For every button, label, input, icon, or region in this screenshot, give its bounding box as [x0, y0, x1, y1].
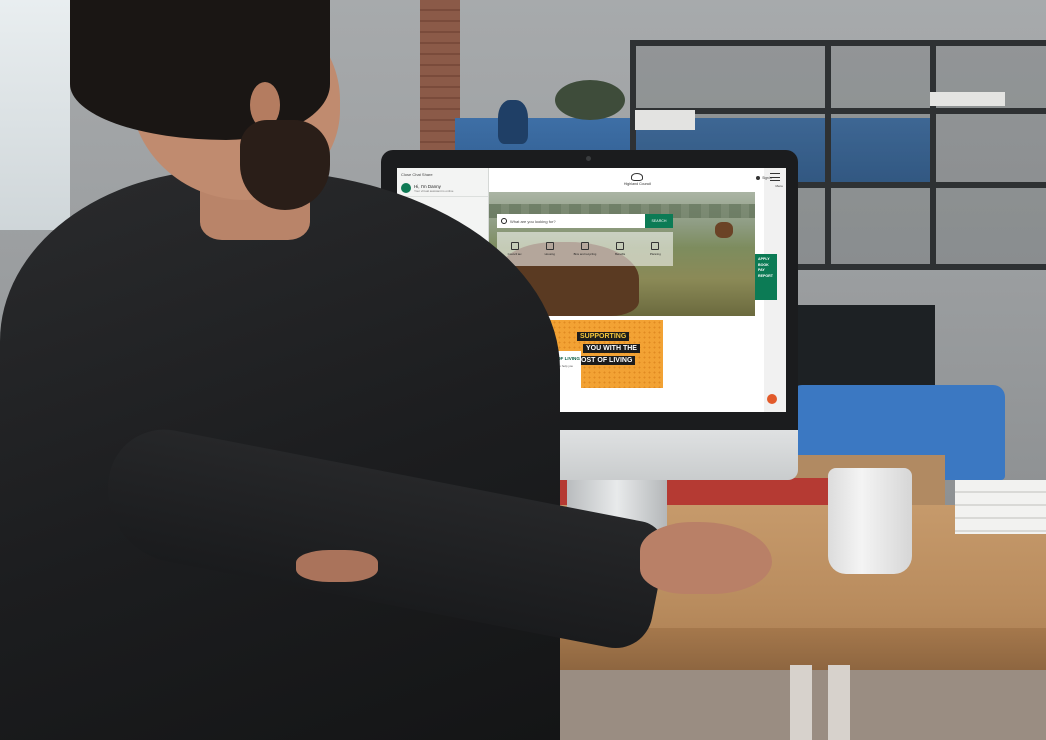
window [0, 0, 70, 230]
search-icon [501, 218, 507, 224]
help-icon[interactable] [767, 394, 777, 404]
quick-link-label: Bins and recycling [573, 252, 597, 256]
council-logo[interactable]: Highland Council [623, 172, 652, 186]
chat-top-bar[interactable]: Close Chat Share [397, 168, 488, 180]
search-button[interactable]: SEARCH [645, 214, 673, 228]
shelf-books [930, 92, 1005, 106]
quick-link-benefits[interactable]: Benefits [605, 242, 635, 256]
quick-link-housing[interactable]: Housing [535, 242, 565, 256]
banner-line: YOU WITH THE [583, 344, 640, 353]
site-header: Highland Council Sign in [489, 168, 786, 190]
plant [555, 80, 625, 120]
quick-link-label: Council tax [507, 252, 522, 256]
quick-link-label: Benefits [615, 252, 626, 256]
sign-in-link[interactable]: Sign in [756, 176, 772, 180]
agent-status: Your virtual assistant is online [414, 188, 454, 193]
user-icon [756, 176, 761, 180]
banner-line: COST OF LIVING [573, 356, 636, 365]
quick-link-label: Housing [544, 252, 555, 256]
quick-link-planning[interactable]: Planning [640, 242, 670, 256]
brick-column [420, 0, 460, 175]
desk-leg [828, 665, 850, 740]
logo-icon [631, 172, 644, 181]
apply-book-pay-report-tab[interactable]: APPLY BOOK PAY REPORT [755, 254, 777, 300]
man-beard [240, 120, 330, 210]
coffee-mug [828, 468, 912, 574]
man-hair [70, 0, 330, 140]
shelf-divider [930, 40, 936, 270]
quick-link-label: Planning [649, 252, 661, 256]
shelf-box [635, 110, 695, 130]
quick-links: Council tax Housing Bins and recycling B… [497, 232, 673, 266]
banner-line: SUPPORTING [577, 332, 630, 341]
coin-icon [616, 242, 625, 250]
logo-text: Highland Council [623, 181, 652, 186]
map-icon [651, 242, 660, 250]
chat-header: Hi, I'm Danny Your virtual assistant is … [397, 180, 488, 197]
camera-icon [586, 156, 591, 161]
book-stack [955, 480, 1046, 534]
vase [498, 100, 528, 144]
house-icon [545, 242, 554, 250]
search-bar: What are you looking for? SEARCH [497, 214, 673, 228]
avatar [401, 183, 411, 193]
man-left-hand [296, 550, 378, 582]
desk-leg [790, 665, 812, 740]
shelf-divider [825, 40, 831, 270]
sign-in-label: Sign in [762, 176, 772, 180]
highland-cow-distant [715, 222, 733, 238]
bin-icon [580, 242, 589, 250]
search-input[interactable]: What are you looking for? [510, 219, 645, 224]
quick-link-bins[interactable]: Bins and recycling [570, 242, 600, 256]
building-icon [510, 242, 519, 250]
